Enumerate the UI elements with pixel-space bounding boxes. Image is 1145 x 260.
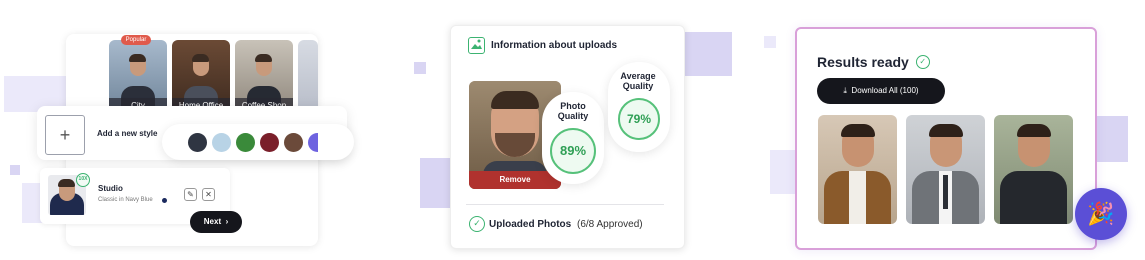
style-option-coffee-shop[interactable]: Coffee Shop	[235, 40, 293, 114]
decor-block	[414, 62, 426, 74]
plus-icon[interactable]: +	[45, 115, 85, 155]
average-quality-label: Average Quality	[620, 71, 656, 91]
decor-block	[420, 158, 450, 208]
next-button[interactable]: Next ›	[190, 211, 242, 233]
pencil-icon[interactable]: ✎	[184, 188, 197, 201]
color-swatch[interactable]	[212, 133, 231, 152]
decor-block	[1096, 116, 1128, 162]
divider	[466, 204, 664, 205]
remove-button[interactable]: Remove	[469, 171, 561, 189]
download-icon: ⤓	[843, 86, 850, 95]
style-option-city[interactable]: City	[109, 40, 167, 114]
decor-block	[10, 165, 20, 175]
party-popper-icon[interactable]: 🎉	[1075, 188, 1127, 240]
style-option-home-office[interactable]: Home Office	[172, 40, 230, 114]
multiplier-badge: 10X	[76, 173, 90, 187]
result-photo[interactable]	[994, 115, 1073, 224]
photo-quality-label: Photo Quality	[557, 101, 589, 121]
selected-color-dot	[162, 198, 167, 203]
result-photo[interactable]	[818, 115, 897, 224]
color-swatch[interactable]	[188, 133, 207, 152]
selected-style-title: Studio	[98, 184, 123, 193]
color-swatch-bar	[162, 124, 354, 160]
style-option-partial[interactable]	[298, 40, 318, 114]
color-swatch[interactable]	[284, 133, 303, 152]
uploaded-photos-label: Uploaded Photos	[489, 219, 572, 230]
close-icon[interactable]: ✕	[202, 188, 215, 201]
photo-quality-value: 89%	[550, 128, 596, 174]
color-swatch[interactable]	[236, 133, 255, 152]
uploaded-photos-count: (6/8 Approved)	[577, 219, 643, 230]
results-title-text: Results ready	[817, 54, 909, 70]
selected-style-subtitle: Classic in Navy Blue	[98, 197, 153, 203]
results-title: Results ready ✓	[817, 54, 930, 70]
add-style-label: Add a new style	[97, 129, 158, 138]
decor-block	[764, 36, 776, 48]
decor-block	[770, 150, 798, 194]
result-photo[interactable]	[906, 115, 985, 224]
uploads-title: Information about uploads	[491, 40, 618, 51]
color-swatch[interactable]	[308, 133, 318, 152]
check-circle-icon: ✓	[915, 55, 930, 70]
download-label: Download All (100)	[851, 86, 919, 95]
decor-block	[684, 32, 732, 76]
image-sparkle-icon	[468, 37, 485, 54]
download-all-button[interactable]: ⤓ Download All (100)	[817, 78, 945, 104]
color-swatch[interactable]	[260, 133, 279, 152]
chevron-right-icon: ›	[223, 217, 229, 226]
average-quality-value: 79%	[618, 98, 660, 140]
popular-badge: Popular	[121, 35, 151, 45]
check-circle-icon: ✓	[469, 216, 485, 232]
next-label: Next	[203, 217, 222, 226]
